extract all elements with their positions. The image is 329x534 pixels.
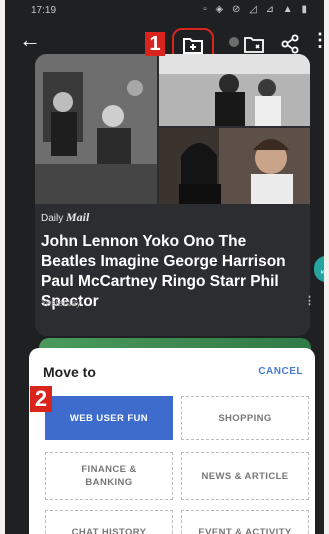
folder-finance-banking-label: FINANCE & BANKING (81, 464, 137, 488)
article-photo-portrait (159, 128, 310, 204)
article-photo-couple (159, 54, 310, 126)
status-bar: 17:19 ▫ ◈ ⊘ ◿ ⊿ ▲ ▮ (5, 0, 324, 22)
folder-news-article[interactable]: NEWS & ARTICLE (181, 452, 309, 500)
folder-chat-history[interactable]: CHAT HISTORY (45, 510, 173, 534)
folder-event-activity[interactable]: EVENT & ACTIVITY (181, 510, 309, 534)
article-source: Daily Mail (41, 210, 89, 225)
folder-shopping[interactable]: SHOPPING (181, 396, 309, 440)
sheet-title: Move to (43, 364, 96, 380)
article-date: Yesterday (41, 298, 81, 308)
folder-finance-banking[interactable]: FINANCE & BANKING (45, 452, 173, 500)
back-arrow-icon[interactable]: ← (19, 28, 43, 52)
phone-screen: 17:19 ▫ ◈ ⊘ ◿ ⊿ ▲ ▮ ← ⋮ Daily Mail John … (5, 0, 324, 534)
expand-icon[interactable]: ⤢ (314, 256, 324, 282)
folder-web-user-fun[interactable]: WEB USER FUN (45, 396, 173, 440)
status-time: 17:19 (31, 5, 57, 16)
status-icons: ▫ ◈ ⊘ ◿ ⊿ ▲ ▮ (203, 4, 310, 15)
folder-icon[interactable] (243, 33, 265, 55)
annotation-marker-1: 1 (145, 32, 165, 56)
source-prefix: Daily (41, 213, 64, 224)
source-name: Mail (66, 210, 90, 224)
article-photo-studio (35, 54, 157, 204)
more-icon[interactable]: ⋮ (311, 30, 324, 50)
indicator-dot (229, 37, 239, 47)
move-to-sheet: Move to CANCEL WEB USER FUN SHOPPING FIN… (29, 348, 315, 534)
save-to-folder-icon[interactable] (182, 34, 204, 56)
card-more-icon[interactable]: ⋮ (304, 294, 315, 307)
share-icon[interactable] (279, 33, 301, 55)
annotation-marker-2: 2 (30, 386, 52, 412)
cancel-button[interactable]: CANCEL (258, 366, 303, 377)
